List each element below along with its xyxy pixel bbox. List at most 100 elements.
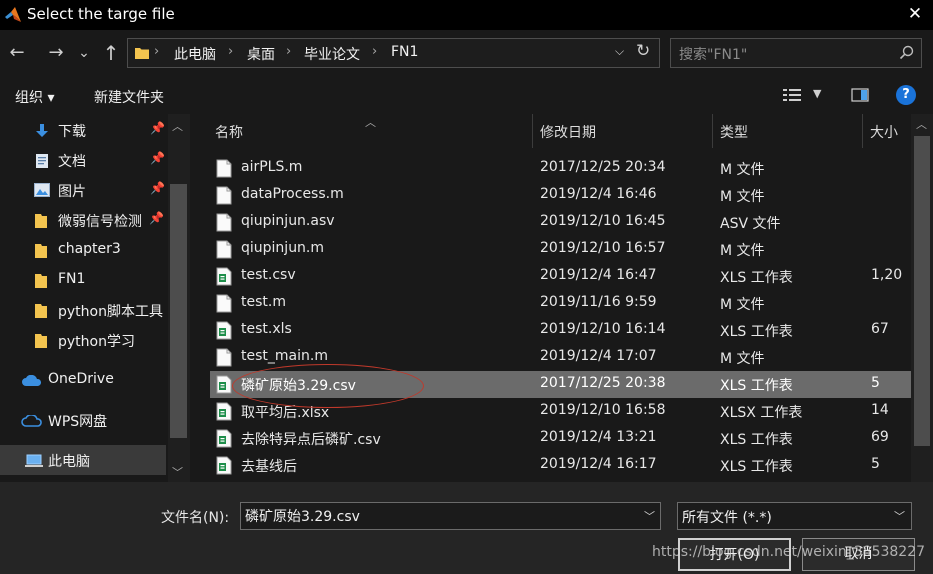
file-name: test.xls — [241, 321, 292, 337]
sidebar-item-label: FN1 — [58, 271, 86, 287]
view-options-icon[interactable] — [782, 87, 802, 103]
file-type: M 文件 — [720, 351, 765, 367]
file-modified-date: 2019/12/10 16:14 — [540, 321, 666, 337]
file-size: 5 — [871, 456, 880, 472]
sidebar-item-pictures[interactable]: 图片 📌 — [0, 175, 166, 205]
refresh-icon[interactable]: ↻ — [636, 41, 650, 61]
search-box[interactable]: 搜索"FN1" — [670, 38, 922, 68]
file-modified-date: 2019/12/4 17:07 — [540, 348, 657, 364]
spreadsheet-file-icon — [216, 267, 232, 286]
sidebar-item-documents[interactable]: 文档 📌 — [0, 145, 166, 175]
doc-file-icon — [216, 213, 232, 232]
file-type: M 文件 — [720, 162, 765, 178]
sidebar-item-chapter3[interactable]: chapter3 — [0, 235, 166, 265]
folder-icon — [35, 214, 47, 228]
chevron-down-icon[interactable]: ﹀ — [644, 508, 655, 524]
breadcrumb-desktop[interactable]: 桌面 — [247, 44, 275, 64]
file-modified-date: 2017/12/25 20:38 — [540, 375, 666, 391]
file-modified-date: 2019/12/10 16:45 — [540, 213, 666, 229]
file-row[interactable]: qiupinjun.asv 2019/12/10 16:45 ASV 文件 — [210, 209, 911, 236]
file-row[interactable]: test.xls 2019/12/10 16:14 XLS 工作表 67 — [210, 317, 911, 344]
chevron-down-icon[interactable]: ⌵ — [615, 44, 624, 59]
command-bar: 组织 ▾ 新建文件夹 ▼ ? — [0, 76, 933, 114]
sidebar-item-downloads[interactable]: 下载 📌 — [0, 115, 166, 145]
spreadsheet-file-icon — [216, 321, 232, 340]
folder-icon — [135, 48, 149, 59]
file-type: M 文件 — [720, 189, 765, 205]
chevron-down-icon[interactable]: ﹀ — [894, 508, 905, 524]
file-name: qiupinjun.asv — [241, 213, 335, 229]
column-header-size[interactable]: 大小 — [870, 122, 898, 142]
file-modified-date: 2019/12/4 16:17 — [540, 456, 657, 472]
chevron-up-icon[interactable]: ︿ — [172, 118, 183, 134]
chevron-up-icon[interactable]: ︿ — [916, 116, 927, 132]
up-button[interactable]: ↑ — [98, 40, 124, 66]
file-row[interactable]: dataProcess.m 2019/12/4 16:46 M 文件 — [210, 182, 911, 209]
file-list-scroll-thumb[interactable] — [914, 136, 930, 446]
file-row[interactable]: test.m 2019/11/16 9:59 M 文件 — [210, 290, 911, 317]
address-bar[interactable]: › 此电脑 › 桌面 › 毕业论文 › FN1 ⌵ ↻ — [127, 38, 660, 68]
file-row[interactable]: test.csv 2019/12/4 16:47 XLS 工作表 1,20 — [210, 263, 911, 290]
breadcrumb-thesis[interactable]: 毕业论文 — [304, 44, 360, 64]
file-modified-date: 2019/12/4 16:46 — [540, 186, 657, 202]
recent-locations-button[interactable]: ⌄ — [73, 40, 95, 66]
sidebar-item-weak-signal[interactable]: 微弱信号检测 📌 — [0, 205, 166, 235]
file-type: XLS 工作表 — [720, 378, 793, 394]
column-header-date[interactable]: 修改日期 — [540, 122, 596, 142]
filename-field[interactable]: ﹀ — [240, 502, 661, 530]
breadcrumb-separator: › — [372, 44, 378, 59]
column-divider[interactable] — [712, 114, 713, 148]
close-button[interactable]: ✕ — [897, 0, 933, 30]
view-dropdown-icon[interactable]: ▼ — [813, 87, 821, 100]
file-row[interactable]: airPLS.m 2017/12/25 20:34 M 文件 — [210, 155, 911, 182]
pin-icon: 📌 — [150, 181, 165, 195]
sidebar-item-label: chapter3 — [58, 241, 121, 257]
sidebar-item-onedrive[interactable]: OneDrive — [0, 365, 166, 395]
column-header-type[interactable]: 类型 — [720, 122, 748, 142]
column-divider[interactable] — [862, 114, 863, 148]
file-row[interactable]: 去除特异点后磷矿.csv 2019/12/4 13:21 XLS 工作表 69 — [210, 425, 911, 452]
document-icon — [36, 154, 48, 168]
back-button[interactable]: ← — [4, 40, 30, 66]
file-row[interactable]: 去基线后 2019/12/4 16:17 XLS 工作表 5 — [210, 452, 911, 479]
forward-button[interactable]: → — [43, 40, 69, 66]
breadcrumb-this-pc[interactable]: 此电脑 — [174, 44, 216, 64]
file-name: dataProcess.m — [241, 186, 344, 202]
sidebar-item-label: 图片 — [58, 184, 86, 200]
pin-icon: 📌 — [150, 121, 165, 135]
folder-icon — [35, 304, 47, 318]
navigation-pane: 下载 📌 文档 📌 图片 📌 微弱信号检测 📌 chapter3 FN1 pyt… — [0, 114, 190, 482]
sidebar-item-this-pc[interactable]: 此电脑 — [0, 445, 166, 475]
sidebar-item-python-learning[interactable]: python学习 — [0, 325, 166, 355]
sidebar-item-fn1[interactable]: FN1 — [0, 265, 166, 295]
file-name: qiupinjun.m — [241, 240, 325, 256]
sidebar-scrollbar[interactable]: ︿ ﹀ — [168, 114, 190, 482]
column-header-name[interactable]: 名称 — [215, 122, 243, 142]
help-icon[interactable]: ? — [896, 85, 916, 105]
file-name: 去基线后 — [241, 459, 297, 475]
organize-menu[interactable]: 组织 ▾ — [15, 87, 54, 107]
search-icon[interactable] — [899, 45, 914, 60]
file-type-filter[interactable]: 所有文件 (*.*) ﹀ — [677, 502, 912, 530]
file-name: test.csv — [241, 267, 296, 283]
file-list-scrollbar[interactable]: ︿ — [911, 114, 933, 482]
file-size: 14 — [871, 402, 889, 418]
spreadsheet-file-icon — [216, 375, 232, 394]
doc-file-icon — [216, 159, 232, 178]
preview-pane-icon[interactable] — [851, 87, 869, 103]
file-type: XLSX 工作表 — [720, 405, 803, 421]
file-type-value: 所有文件 (*.*) — [682, 510, 772, 526]
file-row[interactable]: qiupinjun.m 2019/12/10 16:57 M 文件 — [210, 236, 911, 263]
file-type: ASV 文件 — [720, 216, 781, 232]
column-divider[interactable] — [532, 114, 533, 148]
filename-input[interactable] — [245, 506, 635, 526]
folder-icon — [35, 334, 47, 348]
sidebar-item-python-tools[interactable]: python脚本工具 — [0, 295, 166, 325]
breadcrumb-fn1[interactable]: FN1 — [391, 44, 418, 60]
new-folder-button[interactable]: 新建文件夹 — [94, 87, 164, 107]
sidebar-item-wps-drive[interactable]: WPS网盘 — [0, 405, 166, 435]
file-type: XLS 工作表 — [720, 324, 793, 340]
sidebar-scroll-thumb[interactable] — [170, 184, 187, 438]
chevron-down-icon[interactable]: ﹀ — [172, 464, 183, 480]
navigation-bar: ← → ⌄ ↑ › 此电脑 › 桌面 › 毕业论文 › FN1 ⌵ ↻ 搜索"F… — [0, 30, 933, 76]
